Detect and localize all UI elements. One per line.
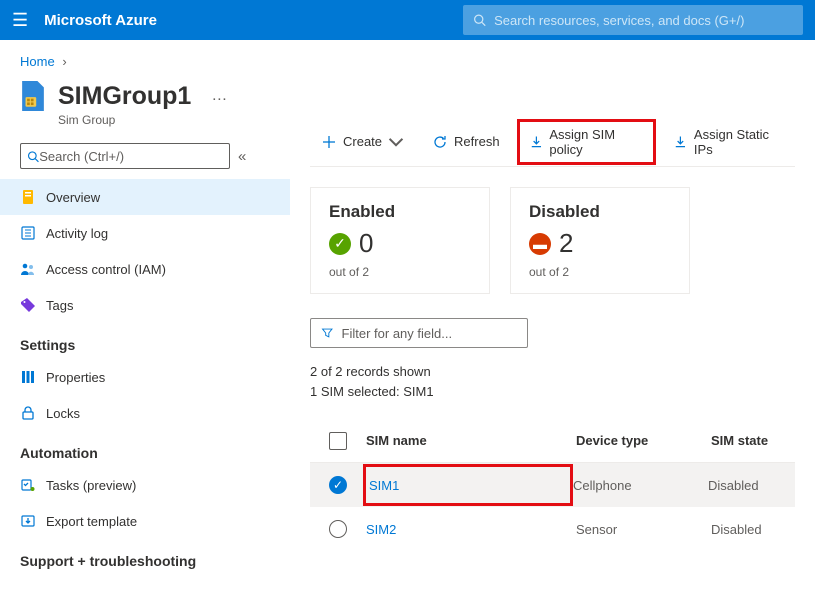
search-icon xyxy=(473,13,486,27)
brand-label: Microsoft Azure xyxy=(44,12,157,29)
sidebar-item-label: Export template xyxy=(46,514,137,529)
refresh-button[interactable]: Refresh xyxy=(421,127,511,157)
create-button[interactable]: Create xyxy=(310,127,415,157)
page-title: SIMGroup1 xyxy=(58,82,191,111)
tag-icon xyxy=(20,297,36,313)
sidebar-item-label: Properties xyxy=(46,370,105,385)
sim-group-icon xyxy=(20,81,46,111)
card-title: Disabled xyxy=(529,202,671,222)
check-circle-icon: ✓ xyxy=(329,233,351,255)
sidebar-item-locks[interactable]: Locks xyxy=(0,395,290,431)
assign-sim-policy-button[interactable]: Assign SIM policy xyxy=(517,119,657,165)
col-header-state[interactable]: SIM state xyxy=(711,433,795,448)
sim-name-link[interactable]: SIM1 xyxy=(369,478,399,493)
sidebar-item-tags[interactable]: Tags xyxy=(0,287,290,323)
table-row[interactable]: SIM2 Sensor Disabled xyxy=(310,507,795,551)
nav-section-settings: Settings xyxy=(0,323,290,359)
top-bar: ☰ Microsoft Azure xyxy=(0,0,815,40)
minus-circle-icon: ▬ xyxy=(529,233,551,255)
people-icon xyxy=(20,261,36,277)
nav-section-automation: Automation xyxy=(0,431,290,467)
sim-state-cell: Disabled xyxy=(711,522,795,537)
disabled-card: Disabled ▬ 2 out of 2 xyxy=(510,187,690,294)
assign-static-ips-button[interactable]: Assign Static IPs xyxy=(662,120,795,164)
download-icon xyxy=(673,134,688,150)
menu-icon[interactable]: ☰ xyxy=(12,10,28,31)
breadcrumb-home[interactable]: Home xyxy=(20,54,55,69)
filter-field[interactable] xyxy=(310,318,528,348)
nav-section-support: Support + troubleshooting xyxy=(0,539,290,575)
collapse-sidebar-icon[interactable]: « xyxy=(238,148,246,165)
sidebar-item-label: Tags xyxy=(46,298,73,313)
toolbar-label: Create xyxy=(343,134,382,149)
col-header-device[interactable]: Device type xyxy=(576,433,711,448)
sidebar-item-activity-log[interactable]: Activity log xyxy=(0,215,290,251)
sidebar-item-label: Access control (IAM) xyxy=(46,262,166,277)
enabled-card: Enabled ✓ 0 out of 2 xyxy=(310,187,490,294)
plus-icon xyxy=(321,134,337,150)
toolbar-label: Assign Static IPs xyxy=(694,127,784,157)
log-icon xyxy=(20,225,36,241)
card-footer: out of 2 xyxy=(529,265,671,279)
card-footer: out of 2 xyxy=(329,265,471,279)
records-selected-label: 1 SIM selected: SIM1 xyxy=(310,382,795,402)
sidebar-item-overview[interactable]: Overview xyxy=(0,179,290,215)
toolbar-label: Refresh xyxy=(454,134,500,149)
card-value: 2 xyxy=(559,228,573,259)
tasks-icon xyxy=(20,477,36,493)
global-search[interactable] xyxy=(463,5,803,35)
lock-icon xyxy=(20,405,36,421)
chevron-right-icon: › xyxy=(62,54,66,69)
sim-table: SIM name Device type SIM state ✓ SIM1 Ce… xyxy=(310,419,795,551)
sim-name-link[interactable]: SIM2 xyxy=(366,522,396,537)
export-icon xyxy=(20,513,36,529)
select-all-checkbox[interactable] xyxy=(329,432,347,450)
sidebar-item-label: Tasks (preview) xyxy=(46,478,136,493)
col-header-name[interactable]: SIM name xyxy=(366,433,576,448)
filter-input[interactable] xyxy=(342,326,517,341)
sidebar-nav: Overview Activity log Access control (IA… xyxy=(0,179,290,575)
sidebar-item-label: Overview xyxy=(46,190,100,205)
global-search-input[interactable] xyxy=(494,13,793,28)
sidebar-search-input[interactable] xyxy=(39,149,223,164)
document-icon xyxy=(20,189,36,205)
chevron-down-icon xyxy=(388,134,404,150)
toolbar: Create Refresh Assign SIM policy Assign … xyxy=(310,127,795,167)
properties-icon xyxy=(20,369,36,385)
row-radio[interactable] xyxy=(329,520,347,538)
records-shown-label: 2 of 2 records shown xyxy=(310,362,795,382)
resource-type-label: Sim Group xyxy=(58,113,270,127)
download-icon xyxy=(529,134,544,150)
device-type-cell: Cellphone xyxy=(573,478,708,493)
sidebar-search[interactable] xyxy=(20,143,230,169)
sidebar-item-properties[interactable]: Properties xyxy=(0,359,290,395)
toolbar-label: Assign SIM policy xyxy=(549,127,644,157)
more-options-button[interactable]: … xyxy=(211,87,227,105)
sidebar-item-export-template[interactable]: Export template xyxy=(0,503,290,539)
breadcrumb: Home › xyxy=(0,40,815,77)
device-type-cell: Sensor xyxy=(576,522,711,537)
table-header: SIM name Device type SIM state xyxy=(310,419,795,463)
card-title: Enabled xyxy=(329,202,471,222)
sidebar-item-label: Locks xyxy=(46,406,80,421)
card-value: 0 xyxy=(359,228,373,259)
sidebar-item-tasks[interactable]: Tasks (preview) xyxy=(0,467,290,503)
row-radio-selected[interactable]: ✓ xyxy=(329,476,347,494)
sidebar-item-label: Activity log xyxy=(46,226,108,241)
table-row[interactable]: ✓ SIM1 Cellphone Disabled xyxy=(310,463,795,507)
filter-icon xyxy=(321,326,334,340)
refresh-icon xyxy=(432,134,448,150)
sim-state-cell: Disabled xyxy=(708,478,795,493)
search-icon xyxy=(27,150,39,163)
sidebar-item-access-control[interactable]: Access control (IAM) xyxy=(0,251,290,287)
